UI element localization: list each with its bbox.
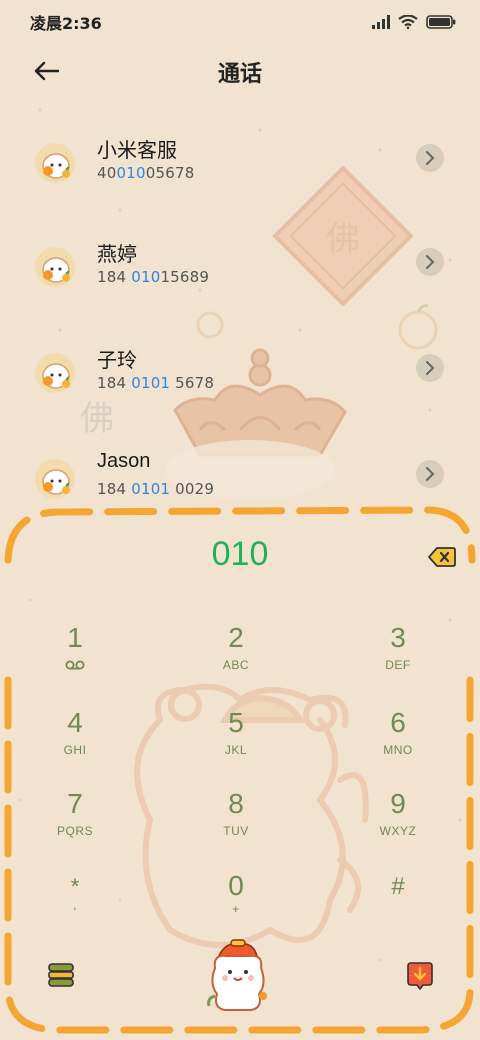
contact-detail-button[interactable] xyxy=(416,144,444,172)
key-2[interactable]: 2 ABC xyxy=(166,622,306,694)
key-7[interactable]: 7 PQRS xyxy=(5,788,145,860)
key-letters: MNO xyxy=(383,743,413,757)
key-letters: ABC xyxy=(222,658,250,672)
key-hash[interactable]: # xyxy=(328,870,468,942)
key-digit: 0 xyxy=(228,870,244,901)
status-bar: 凌晨2:36 xyxy=(0,0,480,44)
key-3[interactable]: 3 DEF xyxy=(328,622,468,694)
key-letters: JKL xyxy=(224,743,248,757)
key-digit: 3 xyxy=(390,622,406,653)
key-5[interactable]: 5 JKL xyxy=(166,707,306,779)
header: 通话 xyxy=(0,44,480,98)
key-digit: 9 xyxy=(390,788,406,819)
key-9[interactable]: 9 WXYZ xyxy=(328,788,468,860)
menu-button[interactable] xyxy=(46,960,76,990)
battery-icon xyxy=(426,15,456,29)
key-digit: 4 xyxy=(67,707,83,738)
delete-button[interactable] xyxy=(428,546,456,568)
key-letters: DEF xyxy=(385,658,411,672)
contact-row[interactable]: Jason 184 0101 0029 xyxy=(0,428,480,528)
status-time: 凌晨2:36 xyxy=(30,14,102,33)
key-letters: , xyxy=(73,898,77,912)
key-digit: * xyxy=(70,874,80,899)
call-mascot-icon xyxy=(207,939,267,1011)
chevron-right-icon xyxy=(426,467,435,481)
dialed-number-display: 010 xyxy=(211,535,269,573)
key-1[interactable]: 1 xyxy=(5,622,145,694)
contact-name: 燕婷 xyxy=(97,242,137,266)
contact-detail-button[interactable] xyxy=(416,354,444,382)
key-letters: GHI xyxy=(63,743,87,757)
chevron-right-icon xyxy=(426,151,435,165)
contact-row[interactable]: 小米客服 4001005678 xyxy=(0,110,480,210)
contact-number: 4001005678 xyxy=(97,164,195,182)
chevron-right-icon xyxy=(426,361,435,375)
key-4[interactable]: 4 GHI xyxy=(5,707,145,779)
key-6[interactable]: 6 MNO xyxy=(328,707,468,779)
signal-icon xyxy=(372,15,390,29)
key-digit: 5 xyxy=(228,707,244,738)
backspace-icon xyxy=(428,547,456,567)
hide-keypad-icon xyxy=(407,962,433,990)
avatar-icon xyxy=(35,247,75,287)
key-digit: 6 xyxy=(390,707,406,738)
contact-number: 184 01015689 xyxy=(97,268,210,286)
avatar-icon xyxy=(35,459,75,499)
key-digit: # xyxy=(391,873,405,900)
key-digit: 8 xyxy=(228,788,244,819)
contact-row[interactable]: 燕婷 184 01015689 xyxy=(0,216,480,316)
call-button[interactable] xyxy=(205,938,271,1016)
contact-number: 184 0101 0029 xyxy=(97,480,215,498)
wifi-icon xyxy=(398,15,418,29)
key-letters: + xyxy=(232,902,240,916)
contact-name: 小米客服 xyxy=(97,138,177,162)
key-digit: 7 xyxy=(67,788,83,819)
avatar-icon xyxy=(35,143,75,183)
key-star[interactable]: * , xyxy=(5,870,145,942)
voicemail-icon xyxy=(65,660,85,670)
key-letters: WXYZ xyxy=(379,824,417,838)
status-icons xyxy=(372,15,456,29)
menu-icon xyxy=(48,963,74,987)
key-8[interactable]: 8 TUV xyxy=(166,788,306,860)
contact-detail-button[interactable] xyxy=(416,460,444,488)
contact-detail-button[interactable] xyxy=(416,248,444,276)
contact-name: Jason xyxy=(97,450,151,472)
avatar-icon xyxy=(35,353,75,393)
key-letters: PQRS xyxy=(56,824,93,838)
key-letters: TUV xyxy=(223,824,249,838)
key-digit: 1 xyxy=(67,622,83,653)
contact-number: 184 0101 5678 xyxy=(97,374,215,392)
hide-keypad-button[interactable] xyxy=(405,960,435,992)
key-0[interactable]: 0 + xyxy=(166,870,306,942)
page-title: 通话 xyxy=(217,62,262,87)
contact-row[interactable]: 子玲 184 0101 5678 xyxy=(0,322,480,422)
chevron-right-icon xyxy=(426,255,435,269)
contact-name: 子玲 xyxy=(97,348,137,372)
key-digit: 2 xyxy=(228,622,244,653)
